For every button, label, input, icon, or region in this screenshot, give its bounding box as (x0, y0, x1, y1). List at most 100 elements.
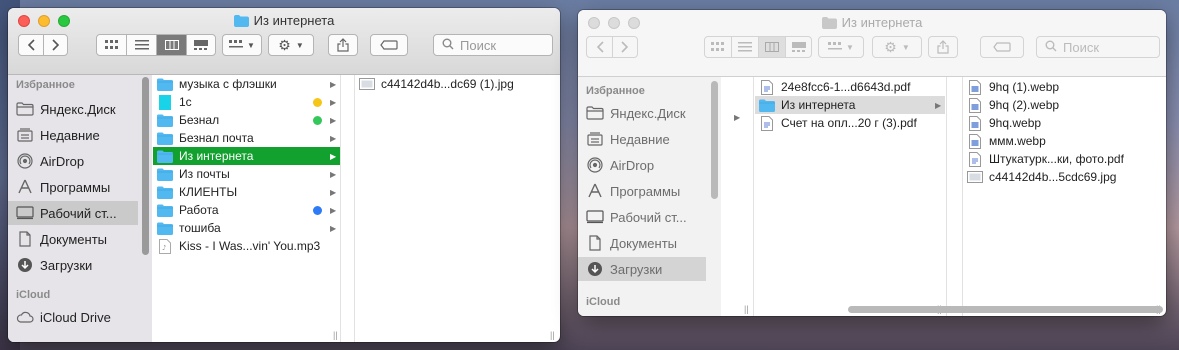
file-icon (967, 133, 983, 149)
folder-row[interactable]: Работа ▶ (153, 201, 340, 219)
back-button[interactable] (587, 37, 613, 57)
file-row[interactable]: ммм.webp (963, 132, 1166, 150)
file-icon: ♪ (157, 238, 173, 254)
folder-row[interactable]: Из интернета ▶ (755, 96, 945, 114)
column-view-button[interactable] (759, 37, 786, 57)
column-resize-handle[interactable]: || (744, 304, 749, 314)
item-name: Kiss - I Was...vin' You.mp3 (179, 239, 321, 253)
titlebar[interactable]: Из интернета ▼ ⚙ ▼ Поиск (578, 10, 1166, 77)
sidebar-item[interactable]: iCloud Drive (578, 313, 706, 316)
document-icon (16, 231, 34, 247)
column-resize-handle[interactable]: || (333, 330, 338, 340)
sidebar-item[interactable]: Загрузки (8, 253, 138, 277)
icon-view-button[interactable] (705, 37, 732, 57)
sidebar-section-icloud: iCloud (586, 296, 621, 308)
list-view-button[interactable] (127, 35, 157, 55)
window-title-wrap: Из интернета (8, 13, 560, 30)
disclosure-arrow-icon: ▶ (330, 223, 337, 233)
file-row[interactable]: Штукатурк...ки, фото.pdf (963, 150, 1166, 168)
search-placeholder: Поиск (460, 37, 497, 53)
search-icon (442, 38, 454, 53)
action-menu-button[interactable]: ⚙ ▼ (872, 36, 922, 58)
folder-row[interactable]: Безнал ▶ (153, 111, 340, 129)
sidebar-item[interactable]: Яндекс.Диск (578, 101, 706, 125)
file-row[interactable]: 9hq (1).webp (963, 78, 1166, 96)
column-parent: ▶ || (722, 77, 754, 316)
finder-window-left[interactable]: Из интернета ▼ ⚙ ▼ Поиск Избранное iClou… (8, 8, 560, 342)
horizontal-scrollbar[interactable] (848, 306, 1163, 313)
folder-row[interactable]: музыка с флэшки ▶ (153, 75, 340, 93)
finder-window-right[interactable]: Из интернета ▼ ⚙ ▼ Поиск Избранное iClou… (578, 10, 1166, 316)
disclosure-arrow-icon: ▶ (330, 133, 337, 143)
item-name: Работа (179, 203, 219, 217)
search-field[interactable]: Поиск (433, 34, 553, 56)
view-mode-switcher (704, 36, 812, 58)
share-button[interactable] (928, 36, 958, 58)
folder-row[interactable]: тошиба ▶ (153, 219, 340, 237)
file-row[interactable]: 9hq.webp (963, 114, 1166, 132)
folder-row[interactable]: Из почты ▶ (153, 165, 340, 183)
titlebar[interactable]: Из интернета ▼ ⚙ ▼ Поиск (8, 8, 560, 75)
file-icon (967, 151, 983, 167)
tags-button[interactable] (370, 34, 408, 56)
tags-button[interactable] (980, 36, 1024, 58)
file-row[interactable]: 9hq (2).webp (963, 96, 1166, 114)
forward-button[interactable] (44, 35, 68, 55)
file-row[interactable]: ♪ Kiss - I Was...vin' You.mp3 (153, 237, 340, 255)
sidebar-item[interactable]: iCloud Drive (8, 305, 138, 329)
file-row[interactable]: Счет на опл...20 г (3).pdf (755, 114, 945, 132)
document-icon (586, 235, 604, 251)
folder-outline-icon (16, 101, 34, 117)
icon-view-button[interactable] (97, 35, 127, 55)
sidebar-item[interactable]: Загрузки (578, 257, 706, 281)
back-button[interactable] (19, 35, 44, 55)
sidebar-item[interactable]: AirDrop (578, 153, 706, 177)
downloads-icon (586, 261, 604, 277)
sidebar-item[interactable]: Документы (578, 231, 706, 255)
sidebar-item-label: AirDrop (40, 153, 85, 169)
gallery-view-button[interactable] (786, 37, 811, 57)
clock-stack-icon (586, 131, 604, 147)
sidebar-item-label: Рабочий ст... (40, 205, 117, 221)
sidebar-item[interactable]: Рабочий ст... (578, 205, 706, 229)
file-row[interactable]: 24e8fcc6-1...d6643d.pdf (755, 78, 945, 96)
folder-row[interactable]: Безнал почта ▶ (153, 129, 340, 147)
downloads-icon (16, 257, 34, 273)
list-view-button[interactable] (732, 37, 759, 57)
sidebar-scrollbar[interactable] (142, 77, 149, 255)
item-name: c44142d4b...5cdc69.jpg (989, 170, 1117, 184)
disclosure-arrow-icon: ▶ (330, 169, 337, 179)
folder-outline-icon (586, 105, 604, 121)
sidebar-item-label: Программы (610, 183, 681, 199)
nav-back-forward (586, 36, 638, 58)
sidebar-scrollbar[interactable] (711, 81, 718, 199)
sidebar-item[interactable]: Недавние (578, 127, 706, 151)
sidebar-item[interactable]: Программы (578, 179, 706, 203)
action-menu-button[interactable]: ⚙ ▼ (268, 34, 314, 56)
sidebar-item[interactable]: AirDrop (8, 149, 138, 173)
file-row[interactable]: 1с ▶ (153, 93, 340, 111)
group-by-button[interactable]: ▼ (818, 36, 864, 58)
file-icon (967, 97, 983, 113)
share-button[interactable] (328, 34, 358, 56)
file-row[interactable]: c44142d4b...dc69 (1).jpg (355, 75, 560, 93)
column-view-button[interactable] (157, 35, 187, 55)
sidebar-item[interactable]: Недавние (8, 123, 138, 147)
column-resize-handle[interactable]: || (550, 330, 555, 340)
folder-icon (157, 149, 173, 163)
forward-button[interactable] (613, 37, 637, 57)
sidebar-item[interactable]: Документы (8, 227, 138, 251)
sidebar-item-label: Документы (40, 231, 108, 247)
sidebar-item[interactable]: Программы (8, 175, 138, 199)
folder-row[interactable]: Из интернета ▶ (153, 147, 340, 165)
gallery-view-button[interactable] (187, 35, 215, 55)
sidebar-section-favorites: Избранное (16, 79, 75, 91)
sidebar-item-label: Документы (610, 235, 678, 251)
sidebar-item[interactable]: Яндекс.Диск (8, 97, 138, 121)
group-by-button[interactable]: ▼ (222, 34, 262, 56)
file-row[interactable]: c44142d4b...5cdc69.jpg (963, 168, 1166, 186)
folder-row[interactable]: КЛИЕНТЫ ▶ (153, 183, 340, 201)
window-title: Из интернета (841, 15, 923, 30)
sidebar-item[interactable]: Рабочий ст... (8, 201, 138, 225)
search-field[interactable]: Поиск (1036, 36, 1160, 58)
